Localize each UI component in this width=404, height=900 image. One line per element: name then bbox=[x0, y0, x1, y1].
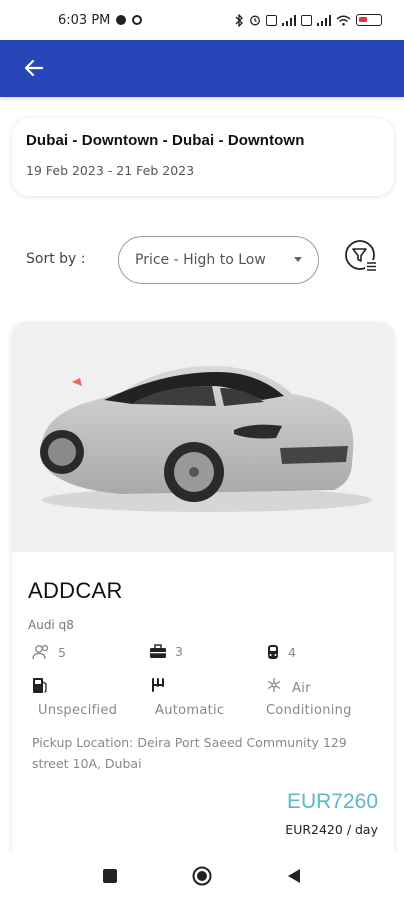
ac-label-line2: Conditioning bbox=[266, 703, 352, 718]
notification-icon bbox=[116, 15, 127, 25]
door-icon bbox=[268, 645, 278, 659]
back-button[interactable] bbox=[20, 54, 48, 82]
fuel-icon bbox=[33, 678, 47, 693]
battery-icon bbox=[356, 14, 382, 26]
spec-luggage: 3 bbox=[149, 644, 183, 659]
passengers-count: 5 bbox=[58, 644, 66, 660]
nav-back-button[interactable] bbox=[284, 866, 304, 886]
transmission-label: Automatic bbox=[155, 703, 225, 718]
arrow-left-icon bbox=[24, 59, 44, 77]
filter-icon bbox=[345, 240, 377, 272]
status-left: 6:03 PM bbox=[58, 12, 143, 28]
sim2-icon bbox=[301, 14, 312, 26]
system-nav-bar bbox=[0, 852, 404, 900]
filter-button[interactable] bbox=[343, 238, 379, 274]
price-per-day: EUR2420 / day bbox=[285, 822, 378, 837]
dates-text: 19 Feb 2023 - 21 Feb 2023 bbox=[26, 163, 195, 178]
square-icon bbox=[103, 869, 117, 883]
bluetooth-icon bbox=[235, 13, 243, 27]
car-image bbox=[12, 322, 394, 552]
record-icon bbox=[132, 15, 143, 25]
status-bar: 6:03 PM bbox=[0, 0, 404, 40]
triangle-back-icon bbox=[288, 869, 300, 883]
chevron-down-icon bbox=[294, 257, 302, 262]
car-illustration bbox=[40, 366, 372, 512]
spec-doors: 4 bbox=[266, 644, 296, 660]
pickup-location: Pickup Location: Deira Port Saeed Commun… bbox=[32, 735, 347, 771]
status-right bbox=[235, 13, 382, 27]
home-button[interactable] bbox=[192, 866, 212, 886]
gearbox-icon bbox=[152, 678, 164, 692]
sort-select[interactable]: Price - High to Low bbox=[118, 236, 319, 284]
car-model: Audi q8 bbox=[28, 618, 74, 632]
supplier-name: ADDCAR bbox=[28, 578, 123, 603]
signal-icon bbox=[282, 14, 296, 26]
route-text: Dubai - Downtown - Dubai - Downtown bbox=[26, 132, 305, 149]
status-time: 6:03 PM bbox=[58, 12, 111, 28]
sort-label: Sort by : bbox=[26, 251, 86, 267]
car-result-card[interactable]: ADDCAR Audi q8 5 3 4 Air Unspecified Aut… bbox=[12, 322, 394, 862]
luggage-icon bbox=[150, 644, 166, 658]
doors-count: 4 bbox=[288, 644, 296, 660]
sort-selected-value: Price - High to Low bbox=[135, 252, 266, 268]
app-header bbox=[0, 40, 404, 97]
circle-icon bbox=[192, 866, 212, 886]
ac-label-line1: Air bbox=[292, 681, 311, 696]
search-summary-card[interactable]: Dubai - Downtown - Dubai - Downtown 19 F… bbox=[12, 118, 394, 196]
spec-passengers: 5 bbox=[32, 644, 66, 660]
sim-icon bbox=[266, 14, 277, 26]
fuel-label: Unspecified bbox=[38, 703, 118, 718]
price-total: EUR7260 bbox=[286, 790, 378, 813]
alarm-icon bbox=[250, 15, 260, 26]
recents-button[interactable] bbox=[100, 866, 120, 886]
luggage-count: 3 bbox=[175, 644, 183, 659]
passengers-icon bbox=[32, 644, 49, 660]
wifi-icon bbox=[336, 15, 351, 26]
snowflake-icon bbox=[267, 678, 281, 692]
signal2-icon bbox=[317, 14, 331, 26]
